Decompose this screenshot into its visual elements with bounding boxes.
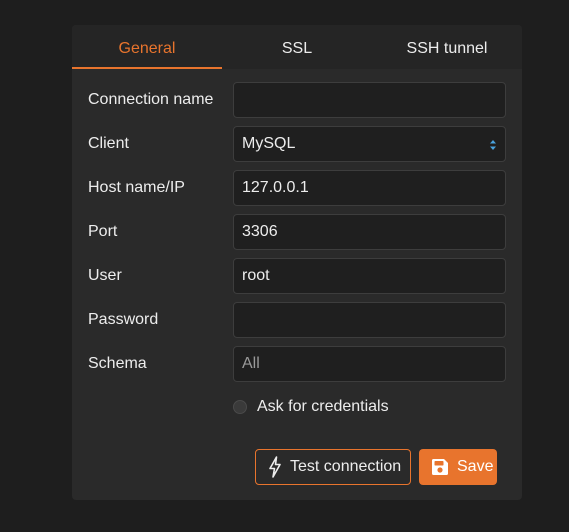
tab-ssh-tunnel[interactable]: SSH tunnel xyxy=(372,25,522,69)
connection-name-input[interactable] xyxy=(233,82,506,118)
client-row: Client MySQL xyxy=(88,126,506,162)
client-label: Client xyxy=(88,135,129,152)
connection-name-label: Connection name xyxy=(88,91,214,108)
tab-bar: General SSL SSH tunnel xyxy=(72,25,522,69)
user-label: User xyxy=(88,267,122,284)
password-input[interactable] xyxy=(233,302,506,338)
test-connection-button[interactable]: Test connection xyxy=(255,449,411,485)
select-arrows-icon xyxy=(490,140,496,150)
ask-credentials-checkbox[interactable] xyxy=(233,400,247,414)
connection-panel: General SSL SSH tunnel Connection name C… xyxy=(72,25,522,500)
port-label: Port xyxy=(88,223,118,240)
schema-input[interactable] xyxy=(233,346,506,382)
test-connection-label: Test connection xyxy=(290,458,402,475)
ask-credentials-row[interactable]: Ask for credentials xyxy=(233,397,389,417)
floppy-disk-icon xyxy=(432,459,448,475)
save-label: Save xyxy=(457,458,494,475)
ask-credentials-label: Ask for credentials xyxy=(257,398,389,415)
tab-ssl[interactable]: SSL xyxy=(222,25,372,69)
client-select[interactable]: MySQL xyxy=(233,126,506,162)
host-label: Host name/IP xyxy=(88,179,185,196)
user-row: User xyxy=(88,258,506,294)
host-input[interactable] xyxy=(233,170,506,206)
tab-general[interactable]: General xyxy=(72,25,222,69)
schema-row: Schema xyxy=(88,346,506,382)
save-button[interactable]: Save xyxy=(419,449,497,485)
port-row: Port xyxy=(88,214,506,250)
lightning-bolt-icon xyxy=(269,456,281,478)
connection-name-row: Connection name xyxy=(88,82,506,118)
host-row: Host name/IP xyxy=(88,170,506,206)
password-label: Password xyxy=(88,311,159,328)
port-input[interactable] xyxy=(233,214,506,250)
password-row: Password xyxy=(88,302,506,338)
schema-label: Schema xyxy=(88,355,147,372)
client-select-value: MySQL xyxy=(242,135,296,152)
user-input[interactable] xyxy=(233,258,506,294)
